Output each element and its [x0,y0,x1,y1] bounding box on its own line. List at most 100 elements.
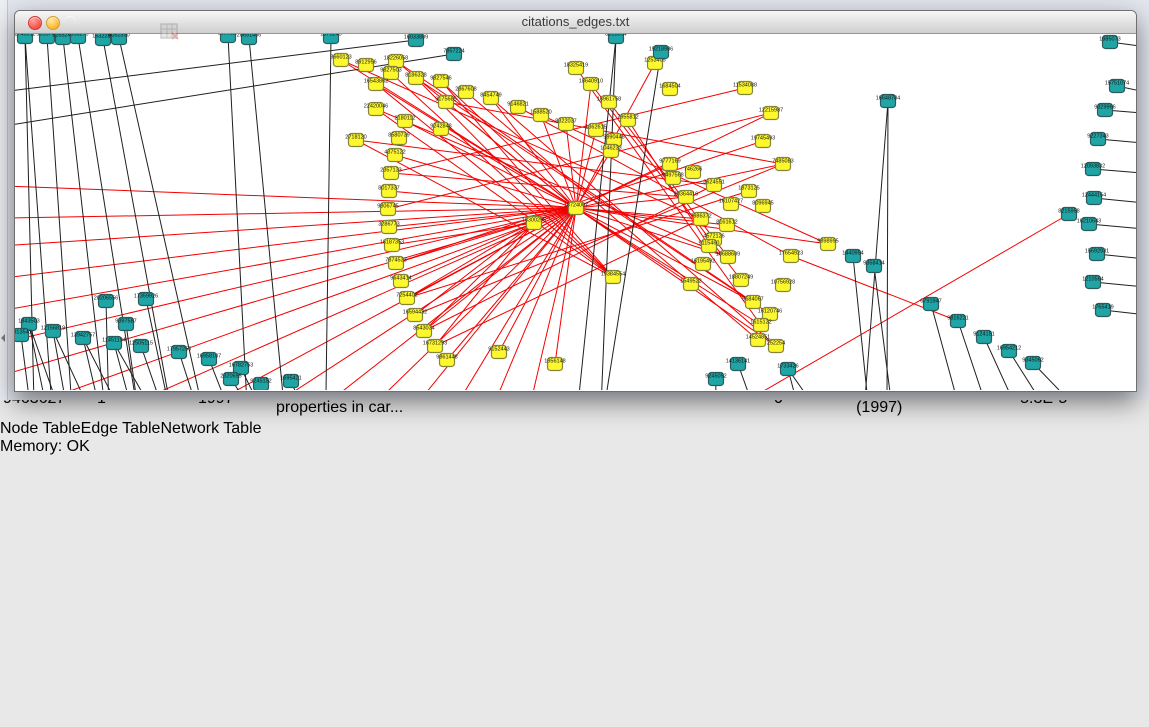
graph-node[interactable]: 9358414 [863,260,884,273]
graph-node[interactable]: 17957255 [167,346,191,359]
graph-node[interactable]: 10756928 [771,279,795,292]
citation-edge[interactable] [15,208,576,284]
graph-node[interactable]: 9345062 [1022,357,1043,370]
graph-node[interactable]: 1440954 [842,250,863,263]
graph-node[interactable]: 1573245 [320,34,341,44]
tab-node-table[interactable]: Node Table [0,420,81,437]
graph-node[interactable]: 7955812 [617,114,638,127]
graph-node[interactable]: 2357133 [380,167,401,180]
graph-node[interactable]: 9175685 [435,96,456,109]
graph-node[interactable]: 252254 [767,340,785,353]
zoom-traffic-light-icon[interactable] [64,16,76,28]
graph-node[interactable]: 9684067 [742,296,763,309]
graph-node[interactable]: 1873125 [738,185,759,198]
graph-node[interactable]: 8660123 [330,54,351,67]
tab-network-table[interactable]: Network Table [160,420,261,437]
graph-node[interactable]: 1588520 [530,109,551,122]
graph-node[interactable]: 9146821 [507,101,528,114]
citation-edge[interactable] [415,164,783,315]
edge[interactable] [325,37,331,390]
citation-edge[interactable] [15,184,576,208]
graph-node[interactable]: 8543034 [413,325,434,338]
graph-node[interactable]: 1210564 [1082,276,1103,289]
graph-node[interactable]: 2320655 [220,373,241,386]
graph-node[interactable]: 7485083 [772,158,793,171]
graph-node[interactable]: 9242848 [430,123,451,136]
graph-node[interactable]: 1765419 [1092,304,1113,317]
graph-node[interactable]: 16195492 [691,258,715,271]
graph-node[interactable]: 2180112 [394,115,415,128]
graph-node[interactable]: 14136141 [726,358,750,371]
graph-node[interactable]: 9227343 [1087,133,1108,146]
graph-node[interactable]: 8215958 [1058,208,1079,221]
graph-node[interactable]: 1684504 [659,83,680,96]
network-graph[interactable]: 1872400786601238912956182260589827503165… [15,34,1136,390]
graph-node[interactable]: 3624551 [703,179,724,192]
graph-node[interactable]: 7874533 [385,257,406,270]
graph-node[interactable]: 3286773 [378,221,399,234]
graph-node[interactable]: 9124151 [973,331,994,344]
minimize-traffic-light-icon[interactable] [46,16,60,30]
graph-node[interactable]: 7986372 [690,213,711,226]
graph-node[interactable]: 12444154 [1082,192,1106,205]
graph-node[interactable]: 6497568 [662,172,683,185]
graph-node[interactable]: 15751074 [1105,80,1129,93]
graph-node[interactable]: 19384554 [601,271,625,284]
tab-edge-table[interactable]: Edge Table [81,420,161,437]
graph-node[interactable]: 20691406 [237,34,261,45]
graph-node[interactable]: 7857224 [443,48,464,61]
graph-node[interactable]: 11534088 [733,82,757,95]
graph-node[interactable]: 9806745 [377,203,398,216]
graph-node[interactable]: 1956148 [544,358,565,371]
collapse-panel-arrow-icon[interactable] [1,334,5,342]
graph-node[interactable]: 20364416 [674,191,698,204]
graph-node[interactable]: 7254402 [396,292,417,305]
graph-node[interactable]: 9643414 [390,275,411,288]
graph-node[interactable]: 2867608 [455,86,476,99]
graph-node[interactable]: 9245052 [705,373,726,386]
graph-node[interactable]: 16107427 [719,198,743,211]
edge[interactable] [53,331,75,390]
graph-node[interactable]: 9245152 [250,378,271,391]
graph-node[interactable]: 1985073 [1099,36,1120,49]
graph-node[interactable]: 16543862 [364,78,388,91]
citation-edge[interactable] [15,208,576,249]
edge[interactable] [874,266,895,390]
citation-edge[interactable] [401,223,534,281]
graph-node[interactable]: 18640910 [579,78,603,91]
citation-edge[interactable] [376,84,613,277]
graph-node[interactable]: 4375122 [384,149,405,162]
graph-node[interactable]: 8096945 [752,200,773,213]
graph-node[interactable]: 19745493 [751,135,775,148]
graph-node[interactable]: 12156819 [41,325,65,338]
edge[interactable] [853,256,871,390]
graph-node[interactable]: 22420046 [364,103,388,116]
graph-node[interactable]: 1695421 [280,375,301,388]
edge[interactable] [228,36,250,390]
graph-node[interactable]: 8106117 [217,34,238,43]
graph-node[interactable]: 15692931 [1085,248,1109,261]
graph-node[interactable]: 7953279 [67,34,88,44]
graph-node[interactable]: 9861448 [436,354,457,367]
graph-node[interactable]: 18226058 [384,55,408,68]
graph-node[interactable]: 8454749 [480,92,501,105]
graph-node[interactable]: 17654923 [779,250,803,263]
graph-node[interactable]: 10688609 [716,251,740,264]
graph-node[interactable]: 17359926 [134,293,158,306]
graph-node[interactable]: 8186328 [405,72,426,85]
close-traffic-light-icon[interactable] [28,16,42,30]
graph-node[interactable]: 1733426 [777,363,798,376]
graph-node[interactable]: 16210643 [1077,218,1101,231]
graph-node[interactable]: 8322037 [555,118,576,131]
graph-node[interactable]: 8161612 [716,219,737,232]
graph-node[interactable]: 12505115 [129,340,153,353]
citation-edge[interactable] [391,173,686,197]
graph-node[interactable]: 1615132 [750,319,771,332]
graph-node[interactable]: 16033809 [404,34,428,47]
graph-node[interactable]: 18325419 [564,62,588,75]
graph-node[interactable]: 16961758 [597,96,621,109]
graph-node[interactable]: 9152443 [488,346,509,359]
graph-node[interactable]: 1740612 [15,34,36,44]
graph-node[interactable]: 9827546 [430,75,451,88]
graph-node[interactable]: 746266 [684,166,702,179]
